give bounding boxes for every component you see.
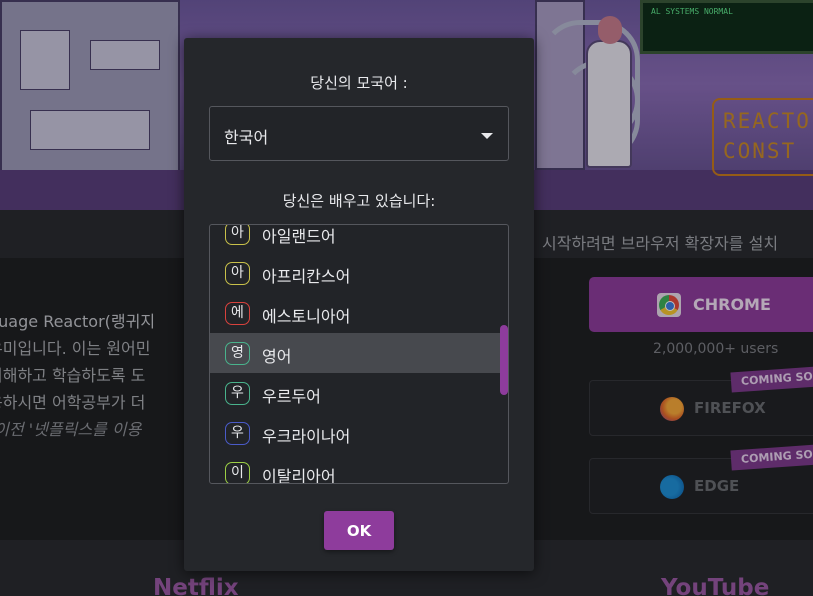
native-language-value: 한국어 (224, 128, 269, 147)
native-language-label: 당신의 모국어 : (310, 74, 408, 92)
language-option[interactable]: 아 아프리칸스어 (210, 253, 508, 293)
language-badge-icon: 우 (225, 382, 250, 405)
language-badge-icon: 영 (225, 342, 250, 365)
language-option[interactable]: 에 에스토니아어 (210, 293, 508, 333)
language-badge-icon: 우 (225, 422, 250, 445)
language-badge-icon: 이 (225, 462, 250, 483)
language-badge-icon: 에 (225, 302, 250, 325)
language-badge-icon: 아 (225, 262, 250, 285)
native-language-select[interactable]: 한국어 (209, 106, 509, 161)
language-name: 우르두어 (262, 387, 321, 406)
language-settings-dialog: 당신의 모국어 : 한국어 당신은 배우고 있습니다: 아 아일랜드어 아 아프리칸스… (184, 38, 534, 571)
language-name: 영어 (262, 347, 292, 366)
language-badge-icon: 아 (225, 225, 250, 245)
language-name: 우크라이나어 (262, 427, 351, 446)
language-option[interactable]: 아 아일랜드어 (210, 225, 508, 253)
learning-language-label: 당신은 배우고 있습니다: (282, 192, 436, 210)
language-option[interactable]: 우 우르두어 (210, 373, 508, 413)
caret-down-icon (481, 133, 493, 139)
language-option[interactable]: 이 이탈리아어 (210, 453, 508, 484)
ok-button[interactable]: OK (324, 511, 394, 550)
language-name: 아일랜드어 (262, 227, 336, 246)
language-name: 이탈리아어 (262, 467, 336, 484)
app-root: AL SYSTEMS NORMAL REACTO CONST 시작하려면 브라우… (0, 0, 813, 596)
language-option[interactable]: 우 우크라이나어 (210, 413, 508, 453)
language-name: 에스토니아어 (262, 307, 351, 326)
list-scrollbar[interactable] (500, 325, 508, 395)
learning-language-list[interactable]: 아 아일랜드어 아 아프리칸스어 에 에스토니아어 영 영어 우 우르두어 우 우크라이나어 이 이탈리아… (209, 224, 509, 484)
language-option[interactable]: 영 영어 (210, 333, 508, 373)
language-name: 아프리칸스어 (262, 267, 351, 286)
